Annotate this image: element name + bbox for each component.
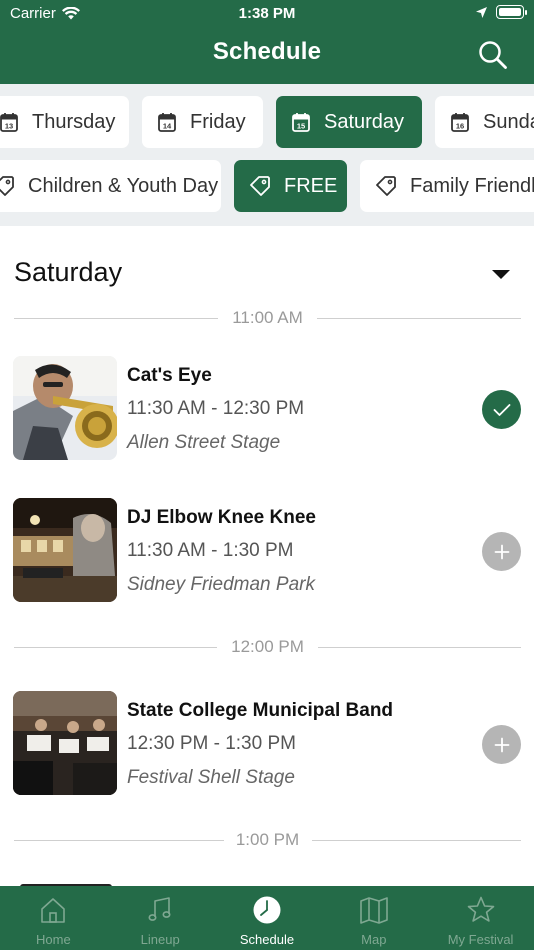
trombone-player-image (13, 356, 117, 460)
event-title: State College Municipal Band (127, 700, 394, 721)
add-to-schedule-button[interactable] (482, 725, 521, 764)
dj-performance-image (13, 498, 117, 602)
tag-chip-label: Family Friendly (410, 174, 534, 197)
chevron-down-icon[interactable] (492, 270, 510, 279)
add-to-schedule-button[interactable] (482, 532, 521, 571)
star-icon (467, 896, 494, 922)
status-time: 1:38 PM (238, 5, 296, 22)
event-row[interactable]: State College Municipal Band 12:30 PM - … (13, 691, 521, 795)
day-section-title: Saturday (14, 257, 123, 287)
tag-icon (250, 176, 270, 196)
tab-label: Map (361, 932, 387, 947)
tab-label: My Festival (447, 932, 514, 947)
day-chip-thursday[interactable]: 13 Thursday (0, 96, 129, 148)
band-concert-image (13, 691, 117, 795)
day-chip-sunday[interactable]: 16 Sunday (435, 96, 534, 148)
filter-bar: 13 Thursday 14 Friday 15 Saturday 16 Sun… (0, 84, 534, 226)
day-chip-label: Saturday (324, 110, 405, 133)
tag-chip-children-youth-day[interactable]: Children & Youth Day (0, 160, 221, 212)
calendar-icon: 16 (451, 113, 469, 132)
tag-chip-family-friendly[interactable]: Family Friendly (360, 160, 534, 212)
calendar-date-saturday: 15 (297, 122, 305, 131)
calendar-icon: 13 (0, 113, 18, 132)
clock-icon (253, 896, 281, 924)
tag-icon (0, 176, 14, 196)
event-row[interactable]: DJ Elbow Knee Knee 11:30 AM - 1:30 PM Si… (13, 498, 521, 602)
time-separator: 1:00 PM (14, 830, 521, 850)
day-chip-label: Thursday (32, 110, 116, 133)
search-button[interactable] (478, 40, 508, 70)
day-chip-saturday[interactable]: 15 Saturday (276, 96, 422, 148)
event-title: DJ Elbow Knee Knee (127, 507, 316, 528)
app-header: Carrier 1:38 PM Schedule (0, 0, 534, 84)
tag-chip-label: Children & Youth Day (28, 174, 219, 197)
plus-icon (494, 737, 509, 752)
calendar-date-thursday: 13 (5, 122, 13, 131)
location-arrow-icon (476, 6, 487, 18)
battery-icon (496, 5, 527, 19)
event-time: 11:30 AM - 1:30 PM (127, 540, 294, 561)
plus-icon (494, 544, 509, 559)
music-note-icon (148, 897, 171, 921)
map-icon (359, 897, 388, 924)
tab-label: Schedule (239, 932, 295, 947)
event-time: 12:30 PM - 1:30 PM (127, 733, 296, 754)
event-venue: Allen Street Stage (127, 432, 281, 453)
status-bar: Carrier 1:38 PM (0, 0, 534, 28)
day-chip-label: Sunday (483, 110, 534, 133)
event-time: 11:30 AM - 12:30 PM (127, 398, 305, 419)
event-row[interactable]: Cat's Eye 11:30 AM - 12:30 PM Allen Stre… (13, 356, 521, 460)
status-indicators (475, 5, 527, 19)
time-separator: 12:00 PM (14, 637, 521, 657)
search-icon (479, 41, 507, 69)
day-chip-friday[interactable]: 14 Friday (142, 96, 263, 148)
tag-chip-label: FREE (284, 174, 338, 197)
tab-label: Home (36, 932, 71, 947)
tag-icon (376, 176, 396, 196)
event-thumbnail (13, 356, 117, 460)
tab-lineup[interactable]: Lineup (107, 886, 214, 950)
calendar-date-friday: 14 (163, 122, 172, 131)
event-thumbnail (13, 498, 117, 602)
checkmark-icon (493, 403, 510, 416)
page-title: Schedule (212, 38, 322, 65)
time-slot-label: 1:00 PM (225, 830, 310, 849)
tab-schedule[interactable]: Schedule (214, 886, 321, 950)
added-to-schedule-button[interactable] (482, 390, 521, 429)
tag-chip-free[interactable]: FREE (234, 160, 347, 212)
day-chip-label: Friday (190, 110, 246, 133)
calendar-icon: 14 (158, 113, 176, 132)
tab-home[interactable]: Home (0, 886, 107, 950)
tab-my-festival[interactable]: My Festival (427, 886, 534, 950)
home-icon (41, 898, 66, 923)
calendar-icon: 15 (292, 113, 310, 132)
time-slot-label: 12:00 PM (221, 637, 314, 656)
event-venue: Festival Shell Stage (127, 767, 295, 788)
event-venue: Sidney Friedman Park (127, 574, 315, 595)
tab-bar: Home Lineup Schedule Map My Festival (0, 886, 534, 950)
time-separator: 11:00 AM (14, 308, 521, 328)
event-thumbnail (13, 691, 117, 795)
calendar-date-sunday: 16 (456, 122, 464, 131)
event-title: Cat's Eye (127, 365, 212, 386)
time-slot-label: 11:00 AM (222, 308, 313, 327)
tab-label: Lineup (140, 932, 180, 947)
tab-map[interactable]: Map (320, 886, 427, 950)
